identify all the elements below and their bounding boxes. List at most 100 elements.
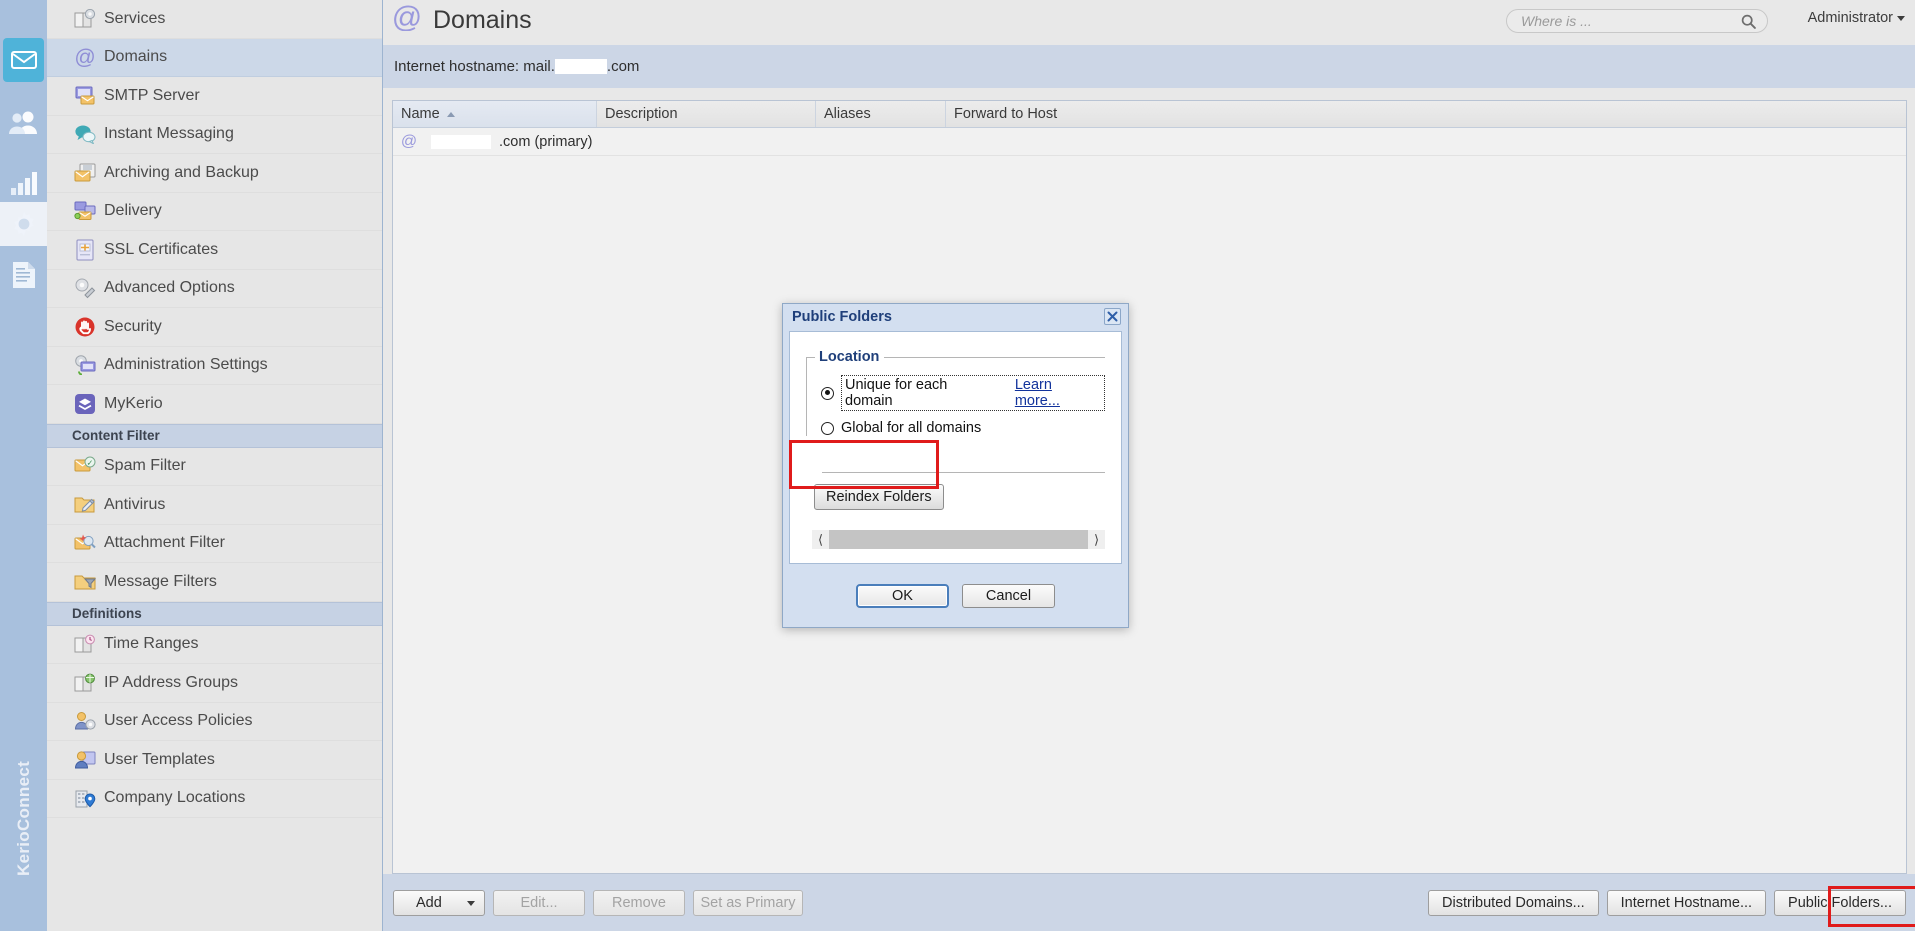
column-header-aliases[interactable]: Aliases [816,101,946,127]
sidebar-item-domains[interactable]: @ Domains [47,38,382,77]
page-title-text: Domains [433,6,532,34]
distributed-domains-button[interactable]: Distributed Domains... [1428,890,1599,916]
dialog-horizontal-scrollbar[interactable]: ⟨ ⟩ [812,530,1105,549]
advanced-options-icon [73,276,97,300]
remove-button[interactable]: Remove [593,890,685,916]
learn-more-link[interactable]: Learn more... [1015,377,1101,409]
sidebar-item-label: Domains [104,48,168,66]
domain-name-suffix: .com (primary) [499,133,593,150]
sidebar-item-label: IP Address Groups [104,673,238,691]
kerio-connect-admin-window: KerioConnect Services @ Domains SMTP Ser… [0,0,1915,931]
sidebar-item-company-locations[interactable]: Company Locations [47,780,382,818]
sidebar-item-mykerio[interactable]: MyKerio [47,385,382,424]
column-header-name[interactable]: Name [393,101,597,127]
dialog-footer: OK Cancel [783,565,1128,627]
internet-hostname-button[interactable]: Internet Hostname... [1606,890,1767,916]
chevron-down-icon [467,901,475,906]
sidebar-item-spam-filter[interactable]: ✓ Spam Filter [47,448,382,486]
chevron-right-icon[interactable]: ⟩ [1088,532,1105,548]
sidebar-item-ssl-certificates[interactable]: SSL Certificates [47,231,382,270]
rail-mail-icon-button[interactable] [3,38,44,82]
search-input[interactable] [1507,13,1741,29]
set-as-primary-button[interactable]: Set as Primary [693,890,803,916]
scrollbar-thumb[interactable] [829,530,1088,549]
add-button[interactable]: Add [393,890,485,916]
column-header-label: Description [605,106,678,122]
ok-button[interactable]: OK [856,584,949,608]
sidebar-item-security[interactable]: Security [47,308,382,347]
sidebar-group-definitions: Definitions [47,601,382,626]
sidebar-item-delivery[interactable]: Delivery [47,193,382,231]
svg-text:@: @ [401,133,417,148]
sidebar-item-archiving-and-backup[interactable]: Archiving and Backup [47,154,382,193]
reindex-folders-button[interactable]: Reindex Folders [814,484,944,510]
smtp-server-icon [73,84,97,108]
sidebar-item-label: Delivery [104,202,162,220]
public-folders-button[interactable]: Public Folders... [1774,890,1906,916]
close-icon[interactable] [1104,308,1121,325]
sidebar-item-user-access-policies[interactable]: User Access Policies [47,703,382,741]
svg-text:✓: ✓ [87,459,94,468]
search-icon[interactable] [1741,14,1767,29]
sidebar-item-administration-settings[interactable]: Administration Settings [47,347,382,385]
antivirus-icon [73,493,97,517]
sidebar-item-label: Company Locations [104,789,246,807]
sidebar-item-label: Instant Messaging [104,125,234,143]
column-header-description[interactable]: Description [597,101,816,127]
chat-bubbles-icon [73,122,97,146]
sidebar-item-label: Advanced Options [104,279,235,297]
spam-filter-icon: ✓ [73,454,97,478]
sidebar-item-advanced-options[interactable]: Advanced Options [47,270,382,308]
sidebar-item-antivirus[interactable]: Antivirus [47,486,382,525]
table-row[interactable]: @ .com (primary) [393,128,1906,156]
rail-logs-document-icon-button[interactable] [3,253,44,297]
archive-icon [73,161,97,185]
svg-text:@: @ [393,3,421,31]
at-sign-icon: @ [392,1,422,38]
radio-label: Unique for each domain [845,377,948,409]
sidebar-item-smtp-server[interactable]: SMTP Server [47,77,382,116]
group-bottom-rule [822,472,1105,473]
sidebar-item-label: SMTP Server [104,86,200,104]
app-icon-rail: KerioConnect [0,0,47,931]
message-filters-icon [73,570,97,594]
radio-label: Global for all domains [841,420,982,436]
sidebar-item-ip-address-groups[interactable]: IP Address Groups [47,664,382,703]
account-menu[interactable]: Administrator [1808,10,1905,26]
sidebar-item-label: Attachment Filter [104,534,225,552]
sidebar-item-label: Message Filters [104,572,217,590]
domains-table: Name Description Aliases Forward to Host [392,100,1907,874]
time-ranges-icon [73,632,97,656]
redacted-block [431,134,491,149]
chevron-left-icon[interactable]: ⟨ [812,532,829,548]
table-body: @ .com (primary) [393,128,1906,873]
top-bar: @ Domains Administrator [383,0,1915,45]
radio-global-for-all-domains[interactable]: Global for all domains [821,420,1105,436]
column-header-forward-to-host[interactable]: Forward to Host [946,101,1906,127]
radio-unique-for-each-domain[interactable]: Unique for each domain Learn more... [821,375,1105,411]
rail-accounts-icon-button[interactable] [3,100,44,144]
rail-configuration-gear-icon-button[interactable] [0,202,47,246]
table-header-row: Name Description Aliases Forward to Host [393,101,1906,128]
location-group: Location Unique for each domain Learn mo… [806,349,1105,436]
edit-button[interactable]: Edit... [493,890,585,916]
sidebar-item-user-templates[interactable]: User Templates [47,741,382,780]
product-brand-label: KerioConnect [14,760,33,876]
radio-icon-selected [821,386,834,400]
sidebar-item-instant-messaging[interactable]: Instant Messaging [47,116,382,154]
logs-document-icon [11,261,37,289]
radio-focus-ring: Unique for each domain Learn more... [841,375,1105,411]
certificate-icon [73,238,97,262]
sidebar-item-attachment-filter[interactable]: Attachment Filter [47,525,382,563]
delivery-icon [73,199,97,223]
search-box[interactable] [1506,9,1768,33]
sidebar-item-message-filters[interactable]: Message Filters [47,563,382,602]
page-title: @ Domains [392,1,532,38]
rail-status-chart-icon-button[interactable] [3,161,44,205]
at-sign-icon: @ [73,45,97,69]
sidebar-item-services[interactable]: Services [47,0,382,39]
chevron-down-icon [1897,15,1905,21]
sidebar-group-label: Content Filter [72,428,160,443]
sidebar-item-time-ranges[interactable]: Time Ranges [47,626,382,664]
cancel-button[interactable]: Cancel [962,584,1055,608]
